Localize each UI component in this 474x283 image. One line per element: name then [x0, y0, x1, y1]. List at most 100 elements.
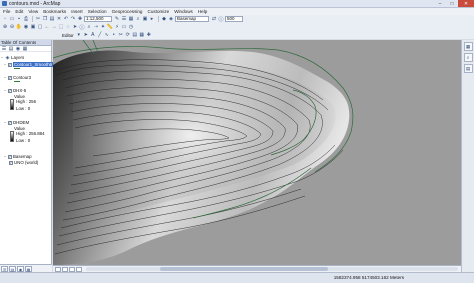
- toc-layer-item[interactable]: − ✓ Contour3: [4, 75, 31, 80]
- time-slider-icon[interactable]: ◷: [128, 24, 134, 30]
- menu-geoprocessing[interactable]: Geoprocessing: [112, 9, 143, 14]
- find-icon[interactable]: ⌕: [86, 24, 92, 30]
- toc-sublayer-item[interactable]: ✓ UNO (world): [9, 160, 38, 165]
- layer-visibility-checkbox[interactable]: ✓: [8, 120, 12, 125]
- collapse-icon[interactable]: −: [4, 88, 7, 93]
- layer-visibility-checkbox[interactable]: ✓: [8, 62, 12, 67]
- delete-icon[interactable]: ✕: [56, 16, 62, 22]
- menu-help[interactable]: Help: [198, 9, 207, 14]
- split-icon[interactable]: ✂: [118, 32, 124, 38]
- zoom-level-dropdown[interactable]: 500: [225, 16, 243, 22]
- clear-selection-icon[interactable]: ◌: [65, 24, 71, 30]
- catalog-dock-icon[interactable]: ▦: [463, 42, 473, 51]
- layer-visibility-checkbox[interactable]: ✓: [8, 88, 12, 93]
- search-icon[interactable]: ⌕: [135, 16, 141, 22]
- layout-view-button[interactable]: [62, 266, 68, 272]
- pan-icon[interactable]: ✋: [16, 24, 22, 30]
- layer-name[interactable]: DHDEM: [13, 120, 29, 125]
- paste-icon[interactable]: ▤: [49, 16, 55, 22]
- menu-edit[interactable]: Edit: [15, 9, 23, 14]
- edit-tool-icon[interactable]: ➤: [83, 32, 89, 38]
- back-extent-icon[interactable]: ←: [44, 24, 50, 30]
- toc-layer-item[interactable]: − ✓ Basemap: [4, 154, 32, 159]
- list-by-drawing-order-icon[interactable]: ☰: [1, 46, 7, 52]
- table-of-contents-icon[interactable]: ☰: [121, 16, 127, 22]
- collapse-icon[interactable]: −: [4, 154, 7, 159]
- tab-visibility[interactable]: ◉: [17, 265, 24, 272]
- collapse-icon[interactable]: −: [4, 62, 7, 67]
- rotate-icon[interactable]: ⟳: [125, 32, 131, 38]
- fixed-zoom-in-icon[interactable]: ▣: [30, 24, 36, 30]
- create-features-icon[interactable]: ✚: [146, 32, 152, 38]
- fixed-zoom-out-icon[interactable]: ▢: [37, 24, 43, 30]
- chevron-down-icon[interactable]: ▾: [76, 32, 82, 38]
- toc-layer-item[interactable]: − ✓ DHX-5: [4, 88, 26, 93]
- html-popup-icon[interactable]: ▭: [121, 24, 127, 30]
- point-icon[interactable]: •: [111, 32, 117, 38]
- catalog-icon[interactable]: ▦: [128, 16, 134, 22]
- layer-name[interactable]: DHX-5: [13, 88, 26, 93]
- editor-toolbar-icon[interactable]: ✎: [114, 16, 120, 22]
- data-view-button[interactable]: [55, 266, 61, 272]
- layers-dataframe[interactable]: − ◈ Layers: [1, 55, 24, 61]
- map-display[interactable]: [53, 40, 461, 265]
- open-folder-icon[interactable]: ▭: [9, 16, 15, 22]
- forward-extent-icon[interactable]: →: [51, 24, 57, 30]
- add-basemap-icon[interactable]: ◆: [161, 16, 167, 22]
- menu-bookmarks[interactable]: Bookmarks: [43, 9, 66, 14]
- undo-icon[interactable]: ↶: [63, 16, 69, 22]
- print-icon[interactable]: ⎙: [23, 16, 29, 22]
- list-by-selection-icon[interactable]: ▦: [22, 46, 28, 52]
- zoom-out-icon[interactable]: ⊖: [9, 24, 15, 30]
- close-button[interactable]: ✕: [458, 0, 474, 7]
- sublayer-name[interactable]: UNO (world): [14, 160, 38, 165]
- layer-icon[interactable]: ◈: [168, 16, 174, 22]
- select-elements-icon[interactable]: ➤: [72, 24, 78, 30]
- pause-drawing-button[interactable]: [76, 266, 82, 272]
- select-features-icon[interactable]: ⬚: [58, 24, 64, 30]
- maximize-button[interactable]: □: [446, 0, 458, 7]
- copy-icon[interactable]: ❐: [42, 16, 48, 22]
- straight-segment-icon[interactable]: ╱: [97, 32, 103, 38]
- toc-layer-item[interactable]: − ✓ Contour1_Smooth6: [4, 62, 54, 67]
- list-by-visibility-icon[interactable]: ◉: [15, 46, 21, 52]
- list-by-source-icon[interactable]: ▤: [8, 46, 14, 52]
- menu-customize[interactable]: Customize: [148, 9, 170, 14]
- attributes-icon[interactable]: ▤: [132, 32, 138, 38]
- collapse-icon[interactable]: −: [1, 55, 4, 60]
- new-document-icon[interactable]: ▫: [2, 16, 8, 22]
- arctoolbox-icon[interactable]: ▣: [142, 16, 148, 22]
- search-dock-icon[interactable]: ⌕: [463, 53, 473, 62]
- layer-visibility-checkbox[interactable]: ✓: [8, 75, 12, 80]
- menu-windows[interactable]: Windows: [174, 9, 193, 14]
- scrollbar-thumb[interactable]: [160, 267, 328, 271]
- tab-source[interactable]: ▤: [9, 265, 16, 272]
- map-scale-input[interactable]: 1:12,500: [84, 16, 112, 22]
- layer-name[interactable]: Contour3: [13, 75, 31, 80]
- save-icon[interactable]: ▪: [16, 16, 22, 22]
- menu-selection[interactable]: Selection: [88, 9, 107, 14]
- menu-insert[interactable]: Insert: [71, 9, 83, 14]
- trace-icon[interactable]: ∿: [104, 32, 110, 38]
- refresh-button[interactable]: [69, 266, 75, 272]
- toc-layer-item[interactable]: − ✓ DHDEM: [4, 120, 29, 125]
- hyperlink-icon[interactable]: ⚡: [114, 24, 120, 30]
- measure-icon[interactable]: 📏: [107, 24, 113, 30]
- tab-drawing-order[interactable]: ☰: [1, 265, 8, 272]
- results-dock-icon[interactable]: ▤: [463, 64, 473, 73]
- zoom-in-icon[interactable]: ⊕: [2, 24, 8, 30]
- identify-tool-icon[interactable]: ⓘ: [79, 24, 85, 31]
- xy-goto-icon[interactable]: ✦: [100, 24, 106, 30]
- collapse-icon[interactable]: −: [4, 120, 7, 125]
- tab-selection[interactable]: ▦: [25, 265, 32, 272]
- editor-menu[interactable]: Editor: [62, 33, 74, 38]
- python-icon[interactable]: ▸: [149, 16, 155, 22]
- horizontal-scrollbar[interactable]: [86, 267, 458, 271]
- add-data-icon[interactable]: ✚: [77, 16, 83, 22]
- layer-name[interactable]: Contour1_Smooth6: [13, 62, 54, 67]
- identify-icon[interactable]: ⓘ: [218, 16, 224, 23]
- layer-visibility-checkbox[interactable]: ✓: [9, 160, 13, 165]
- redo-icon[interactable]: ↷: [70, 16, 76, 22]
- edit-annotation-icon[interactable]: A: [90, 32, 96, 38]
- menu-file[interactable]: File: [3, 9, 10, 14]
